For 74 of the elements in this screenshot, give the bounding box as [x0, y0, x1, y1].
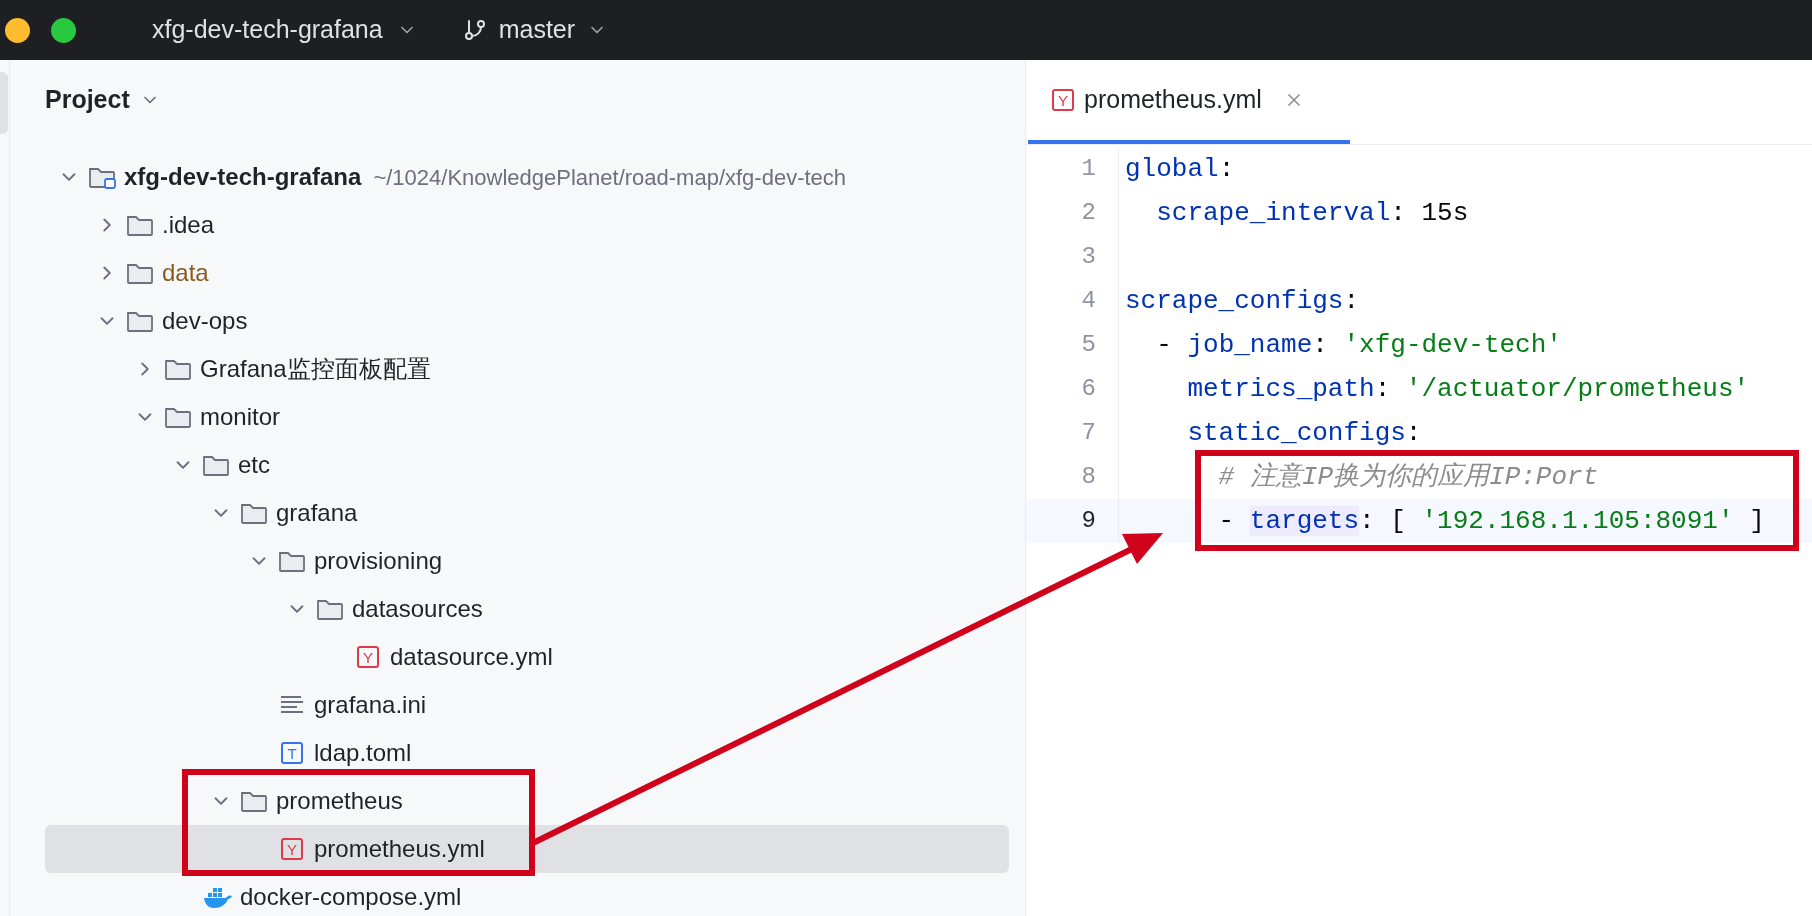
toml-file-icon: T [281, 742, 303, 764]
code-line: - targets: [ '192.168.1.105:8091' ] [1217, 504, 1765, 538]
tree-item[interactable]: provisioning [45, 537, 1009, 585]
tree-item-label: datasource.yml [390, 642, 553, 672]
tree-item-label: provisioning [314, 546, 443, 576]
folder-icon [126, 261, 154, 285]
tab-label: prometheus.yml [1084, 84, 1262, 116]
tree-item-label: prometheus [276, 786, 403, 816]
line-number: 2 [1080, 198, 1096, 228]
code-line: - job_name: 'xfg-dev-tech' [1155, 328, 1562, 362]
tree-item-label: datasources [352, 594, 483, 624]
tree-item[interactable]: docker-compose.yml [45, 873, 1009, 916]
folder-icon [126, 213, 154, 237]
tree-item[interactable]: prometheus [45, 777, 1009, 825]
folder-icon [240, 501, 268, 525]
tree-item[interactable]: grafana [45, 489, 1009, 537]
tree-item[interactable]: T ldap.toml [45, 729, 1009, 777]
tree-item[interactable]: Y datasource.yml [45, 633, 1009, 681]
tree-item[interactable]: grafana.ini [45, 681, 1009, 729]
tree-item-label: .idea [162, 210, 215, 240]
tree-item[interactable]: monitor [45, 393, 1009, 441]
branch-dropdown[interactable]: master [462, 11, 608, 49]
folder-icon [316, 597, 344, 621]
tree-item[interactable]: .idea [45, 201, 1009, 249]
line-number: 9 [1080, 506, 1096, 536]
folder-icon [164, 357, 192, 381]
tree-item[interactable]: Y prometheus.yml [45, 825, 1009, 873]
folder-icon [126, 309, 154, 333]
minimize-window-button[interactable] [5, 17, 30, 43]
tree-item-label: monitor [200, 402, 281, 432]
code-line: # 注意IP换为你的应用IP:Port [1217, 460, 1599, 494]
yaml-file-icon: Y [281, 838, 303, 860]
line-number: 6 [1080, 374, 1096, 404]
tree-item[interactable]: dev-ops [45, 297, 1009, 345]
panel-title-menu[interactable]: Project [45, 81, 160, 119]
folder-icon [240, 789, 268, 813]
folder-icon [164, 405, 192, 429]
line-number: 8 [1080, 462, 1096, 492]
code-line: scrape_configs: [1125, 284, 1360, 318]
tree-item-label: grafana.ini [314, 690, 427, 720]
code-line: metrics_path: '/actuator/prometheus' [1186, 372, 1750, 406]
editor-tab[interactable]: Y prometheus.yml [1028, 60, 1350, 144]
tree-item-label: prometheus.yml [314, 834, 485, 864]
tree-item[interactable]: datasources [45, 585, 1009, 633]
code-line: global: [1125, 152, 1235, 186]
yaml-file-icon: Y [1052, 89, 1074, 111]
yaml-file-icon: Y [357, 646, 379, 668]
line-number: 7 [1080, 418, 1096, 448]
maximize-window-button[interactable] [51, 17, 76, 43]
code-line: static_configs: [1186, 416, 1422, 450]
module-folder-icon [88, 165, 116, 189]
line-number: 3 [1080, 242, 1096, 272]
branch-icon [462, 18, 487, 42]
line-number: 5 [1080, 330, 1096, 360]
tree-item-label: etc [238, 450, 270, 480]
tree-item[interactable]: etc [45, 441, 1009, 489]
tree-item-label: grafana [276, 498, 358, 528]
tree-item-label: data [162, 258, 209, 288]
folder-icon [278, 549, 306, 573]
tree-item-label: ldap.toml [314, 738, 412, 768]
tree-item[interactable]: xfg-dev-tech-grafana ~/1024/KnowledgePlanet/road-map/xfg-dev-tech [45, 153, 1009, 201]
folder-icon [202, 453, 230, 477]
line-number: 4 [1080, 286, 1096, 316]
tree-item[interactable]: Grafana监控面板配置 [45, 345, 1009, 393]
whale-icon [202, 885, 232, 909]
tree-item-label: dev-ops [162, 306, 248, 336]
project-switcher[interactable]: xfg-dev-tech-grafana [152, 11, 417, 49]
line-number: 1 [1080, 154, 1096, 184]
tree-item-label: xfg-dev-tech-grafana [124, 162, 362, 192]
code-line: scrape_interval: 15s [1155, 196, 1469, 230]
tree-item-label: Grafana监控面板配置 [200, 354, 431, 384]
tree-item[interactable]: data [45, 249, 1009, 297]
project-path: ~/1024/KnowledgePlanet/road-map/xfg-dev-tech [373, 163, 847, 192]
tree-item-label: docker-compose.yml [240, 882, 462, 912]
